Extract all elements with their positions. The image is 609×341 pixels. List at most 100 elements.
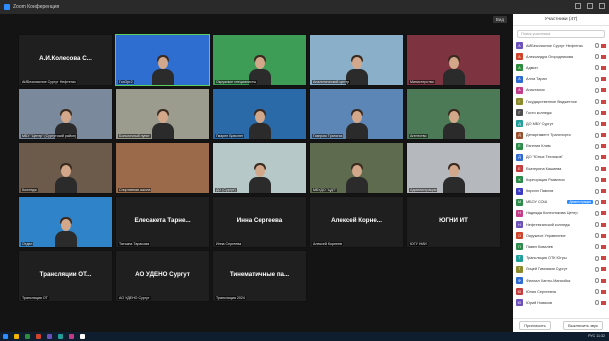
video-tile[interactable]: Аналитический центр [309,34,404,86]
camera-off-icon[interactable] [601,189,606,194]
video-tile[interactable]: А.И.Колесова С... АИБезопасное Сургут Неф… [18,34,113,86]
taskbar-app-icon[interactable] [47,334,52,339]
participant-row[interactable]: Е Евгения Клим [513,141,609,152]
video-tile[interactable]: ЮГНИ ИТ ЮГУ НИИ [406,196,501,248]
video-tile[interactable]: Агентство [406,88,501,140]
participant-row[interactable]: Д ДО "Юных Техников" [513,152,609,163]
video-tile[interactable]: Гмарен Брюснег [212,88,307,140]
taskbar-app-icon[interactable] [14,334,19,339]
microphone-icon[interactable] [595,110,599,116]
taskbar-app-icon[interactable] [3,334,8,339]
camera-off-icon[interactable] [601,289,606,294]
participant-row[interactable]: Г Государственное бюджетное [513,96,609,107]
taskbar-app-icon[interactable] [25,334,30,339]
microphone-icon[interactable] [595,177,599,183]
participant-row[interactable]: А Александра Огородникова [513,51,609,62]
microphone-icon[interactable] [595,244,599,250]
microphone-icon[interactable] [595,222,599,228]
participant-row[interactable]: Н Нефтеюганский колледж [513,219,609,230]
camera-off-icon[interactable] [601,166,606,171]
microphone-icon[interactable] [595,99,599,105]
participant-row[interactable]: А Алла Таран [513,74,609,85]
camera-off-icon[interactable] [601,88,606,93]
participant-row[interactable]: Е Екатерина Кашиева [513,163,609,174]
camera-off-icon[interactable] [601,77,606,82]
participant-row[interactable]: А АИБезопасное Сургут Нефтегаз [513,40,609,51]
video-tile[interactable]: Алексей Корне... Алексей Корнеев [309,196,404,248]
participant-row[interactable]: Т Трансляция ОТК Югры [513,253,609,264]
video-tile[interactable]: АО УДЕНО Сургут АО УДЕНО Сургут [115,250,210,302]
microphone-icon[interactable] [595,266,599,272]
view-button[interactable]: Вид [492,16,507,23]
close-icon[interactable] [599,3,605,9]
taskbar-app-icon[interactable] [58,334,63,339]
microphone-icon[interactable] [595,65,599,71]
microphone-icon[interactable] [595,233,599,239]
taskbar-app-icon[interactable] [36,334,41,339]
video-tile[interactable]: МБУ "Центр" (Сургутский район) [18,88,113,140]
microphone-icon[interactable] [595,199,599,205]
microphone-icon[interactable] [595,121,599,127]
camera-off-icon[interactable] [601,133,606,138]
video-tile[interactable]: Администрация [406,142,501,194]
microphone-icon[interactable] [595,132,599,138]
camera-off-icon[interactable] [601,65,606,70]
camera-off-icon[interactable] [601,177,606,182]
video-tile[interactable]: Инна Сергеева Инна Сергеева [212,196,307,248]
camera-off-icon[interactable] [601,54,606,59]
minimize-icon[interactable] [575,3,581,9]
video-tile[interactable]: ГосОрг2 [115,34,210,86]
participant-row[interactable]: Ю Юлия Сергеевна [513,286,609,297]
participant-row[interactable]: А Админ [513,62,609,73]
microphone-icon[interactable] [595,166,599,172]
video-tile[interactable]: Отдел [18,196,113,248]
camera-off-icon[interactable] [601,211,606,216]
microphone-icon[interactable] [595,54,599,60]
participant-search-input[interactable]: Поиск участника [517,30,605,38]
participant-row[interactable]: Н Надежда Колесникова Центр [513,208,609,219]
video-tile[interactable]: Тинематичные па... Трансляция 2024 [212,250,307,302]
camera-off-icon[interactable] [601,256,606,261]
microphone-icon[interactable] [595,143,599,149]
participant-row[interactable]: Ю Юрий Новиков [513,297,609,308]
video-tile[interactable]: Газпром Трансгаз [309,88,404,140]
microphone-icon[interactable] [595,188,599,194]
invite-button[interactable]: Пригласить [519,321,551,330]
camera-off-icon[interactable] [601,155,606,160]
camera-off-icon[interactable] [601,278,606,283]
microphone-icon[interactable] [595,154,599,160]
participant-row[interactable]: Д Департамент Транспорта [513,130,609,141]
participant-row[interactable]: Д ДО МБУ Сургут [513,118,609,129]
camera-off-icon[interactable] [601,233,606,238]
microphone-icon[interactable] [595,76,599,82]
camera-off-icon[interactable] [601,267,606,272]
participant-row[interactable]: Г Гости колледж [513,107,609,118]
video-tile[interactable]: МБУДО "ЦДТ" [309,142,404,194]
participant-row[interactable]: К Кирилл Павлов [513,185,609,196]
microphone-icon[interactable] [595,87,599,93]
microphone-icon[interactable] [595,210,599,216]
video-tile[interactable]: Больничный пункт [115,88,210,140]
camera-off-icon[interactable] [601,43,606,48]
participant-row[interactable]: П Павел Ковалев [513,241,609,252]
video-tile[interactable]: ДО (Сургут) [212,142,307,194]
camera-off-icon[interactable] [601,300,606,305]
video-tile[interactable]: Колледж [18,142,113,194]
participant-row[interactable]: К Корпорация Развития [513,174,609,185]
participant-row[interactable]: Т Лицей Гимназия Сургут [513,264,609,275]
participant-row[interactable]: М МБОУ СОШ Демонстрация [513,197,609,208]
video-tile[interactable]: Спортивная школа [115,142,210,194]
maximize-icon[interactable] [587,3,593,9]
participant-row[interactable]: О Окружное Управление [513,230,609,241]
microphone-icon[interactable] [595,300,599,306]
taskbar-app-icon[interactable] [69,334,74,339]
camera-off-icon[interactable] [601,244,606,249]
participant-row[interactable]: Ф Филиал Ханты-Мансийск [513,275,609,286]
microphone-icon[interactable] [595,255,599,261]
video-tile[interactable]: Министерство [406,34,501,86]
camera-off-icon[interactable] [601,121,606,126]
microphone-icon[interactable] [595,278,599,284]
video-tile[interactable]: Трансляции ОТ... Трансляция ОТ [18,250,113,302]
camera-off-icon[interactable] [601,110,606,115]
video-tile[interactable]: Елесакета Тарне... Татьяна Тарасова [115,196,210,248]
